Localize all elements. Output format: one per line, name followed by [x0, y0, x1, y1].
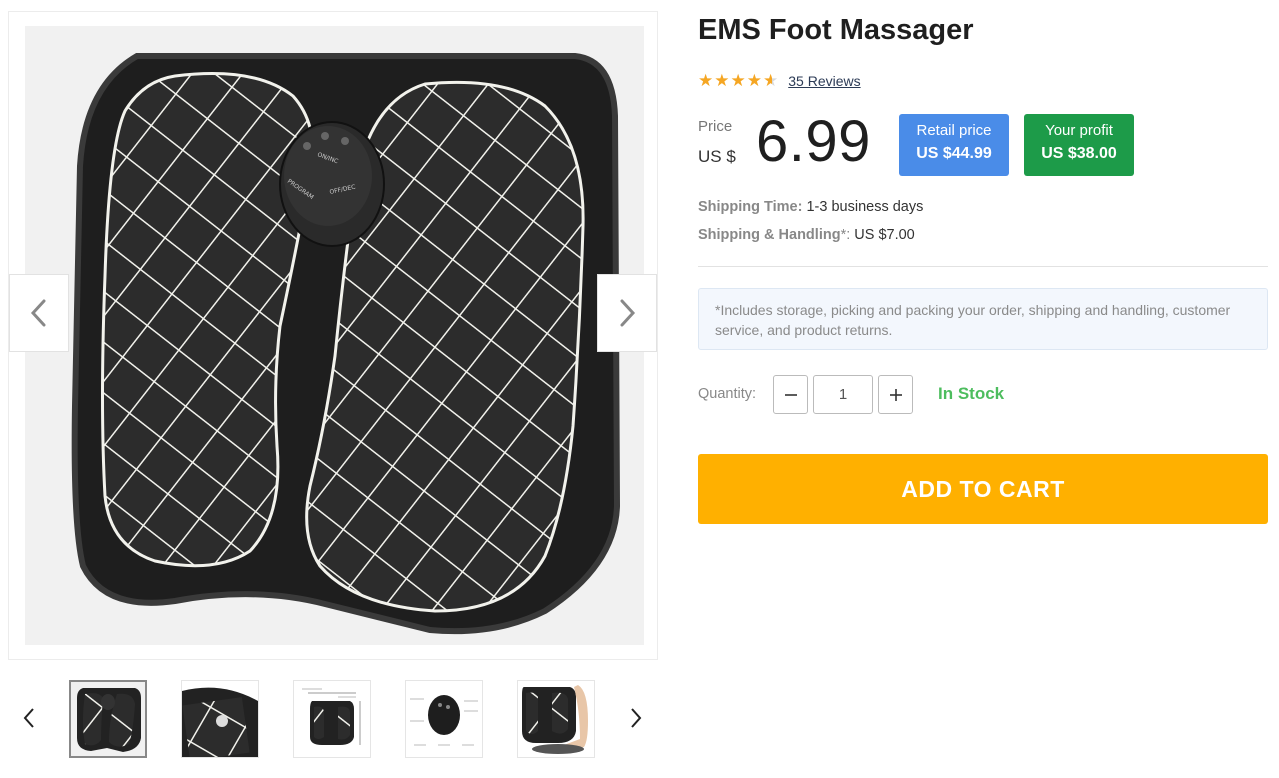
next-image-button[interactable] — [597, 274, 657, 352]
chevron-right-icon — [620, 299, 636, 327]
star-icon: ★ — [714, 71, 730, 90]
prev-image-button[interactable] — [9, 274, 69, 352]
shipping-handling-label: Shipping & Handling — [698, 227, 841, 243]
product-gallery: ON/INC OFF/DEC PROGRAM — [8, 11, 658, 660]
quantity-input[interactable] — [813, 375, 873, 414]
shipping-handling-row: Shipping & Handling*: US $7.00 — [698, 227, 915, 243]
thumbnail-dimensions-image — [294, 681, 370, 757]
shipping-handling-asterisk: *: — [840, 227, 851, 243]
minus-icon — [784, 393, 797, 396]
retail-price-badge: Retail price US $44.99 — [899, 114, 1009, 176]
chevron-right-icon — [631, 708, 642, 728]
shipping-time-value: 1-3 business days — [806, 199, 924, 215]
quantity-increase-button[interactable] — [878, 375, 913, 414]
main-product-image: ON/INC OFF/DEC PROGRAM — [25, 26, 644, 645]
star-icon: ★ — [698, 71, 714, 90]
thumbnail-2[interactable] — [181, 680, 259, 758]
profit-badge: Your profit US $38.00 — [1024, 114, 1134, 176]
thumbnail-controller-image — [406, 681, 482, 757]
thumbnail-mat-image — [71, 682, 145, 756]
shipping-handling-value: US $7.00 — [854, 227, 915, 243]
thumbnail-3[interactable] — [293, 680, 371, 758]
thumbnails-prev-button[interactable] — [14, 698, 44, 738]
price-value: 6.99 — [756, 109, 871, 174]
quantity-label: Quantity: — [698, 386, 757, 402]
retail-price-label: Retail price — [916, 122, 992, 139]
thumbnails-next-button[interactable] — [621, 698, 651, 738]
thumbnail-mat-angle-image — [182, 681, 258, 757]
shipping-time-row: Shipping Time: 1-3 business days — [698, 199, 923, 215]
product-rating: ★ ★ ★ ★ ★ 35 Reviews — [698, 72, 861, 89]
profit-value: US $38.00 — [1041, 145, 1117, 162]
thumbnail-in-use-image — [518, 681, 594, 757]
divider — [698, 266, 1268, 267]
shipping-time-label: Shipping Time: — [698, 199, 803, 215]
thumbnail-4[interactable] — [405, 680, 483, 758]
stock-status: In Stock — [938, 384, 1005, 403]
star-icon: ★ — [730, 71, 746, 90]
thumbnail-strip — [8, 672, 658, 768]
profit-label: Your profit — [1045, 122, 1113, 139]
price-currency: US $ — [698, 147, 736, 166]
foot-massager-image: ON/INC OFF/DEC PROGRAM — [71, 53, 621, 635]
thumbnail-1[interactable] — [69, 680, 147, 758]
star-icon: ★ — [746, 71, 762, 90]
shipping-note: *Includes storage, picking and packing y… — [698, 288, 1268, 350]
chevron-left-icon — [30, 299, 46, 327]
plus-icon — [889, 388, 902, 401]
price-label: Price — [698, 118, 733, 135]
retail-price-value: US $44.99 — [916, 145, 992, 162]
star-rating: ★ ★ ★ ★ ★ — [698, 72, 778, 89]
thumbnail-5[interactable] — [517, 680, 595, 758]
chevron-left-icon — [23, 708, 34, 728]
add-to-cart-button[interactable]: ADD TO CART — [698, 454, 1268, 524]
product-title: EMS Foot Massager — [698, 14, 974, 46]
reviews-link[interactable]: 35 Reviews — [788, 73, 860, 89]
quantity-decrease-button[interactable] — [773, 375, 808, 414]
half-star-icon: ★ — [763, 71, 779, 90]
